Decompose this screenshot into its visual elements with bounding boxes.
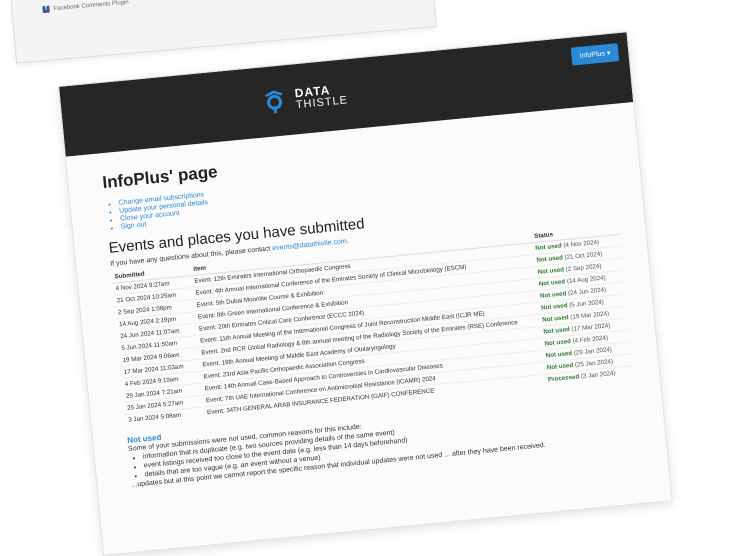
status-badge: Not used: [537, 266, 565, 276]
status-badge: Not used: [544, 338, 572, 348]
status-badge: Not used: [546, 361, 574, 372]
thistle-logo-icon: [264, 90, 283, 114]
chevron-down-icon: ▾: [606, 49, 611, 58]
status-date: (4 Feb 2024): [572, 334, 609, 345]
facebook-icon: f: [42, 5, 50, 14]
logo[interactable]: DATA THISTLE: [260, 81, 349, 115]
user-menu-button[interactable]: InfoPlus ▾: [570, 43, 620, 66]
background-window: f Facebook Comments Plugin: [8, 0, 437, 64]
facebook-plugin-row: f Facebook Comments Plugin: [42, 0, 129, 14]
status-date: (3 Jan 2024): [580, 369, 616, 381]
status-badge: Not used: [541, 314, 569, 324]
status-badge: Not used: [539, 290, 567, 300]
status-badge: Not used: [538, 278, 566, 288]
status-badge: Processed: [547, 373, 580, 384]
status-badge: Not used: [536, 254, 564, 264]
account-page: DATA THISTLE InfoPlus ▾ InfoPlus' page C…: [58, 31, 673, 556]
status-badge: Not used: [535, 242, 563, 252]
status-date: (5 Jun 2024): [568, 298, 605, 309]
facebook-plugin-label: Facebook Comments Plugin: [53, 0, 129, 12]
status-badge: Not used: [540, 302, 568, 312]
status-date: (2 Sep 2024): [565, 262, 602, 274]
main-content: InfoPlus' page Change email subscription…: [102, 124, 640, 489]
status-badge: Not used: [545, 349, 573, 360]
status-date: (4 Nov 2024): [563, 238, 600, 250]
status-badge: Not used: [543, 326, 571, 336]
user-menu-label: InfoPlus: [579, 50, 606, 60]
